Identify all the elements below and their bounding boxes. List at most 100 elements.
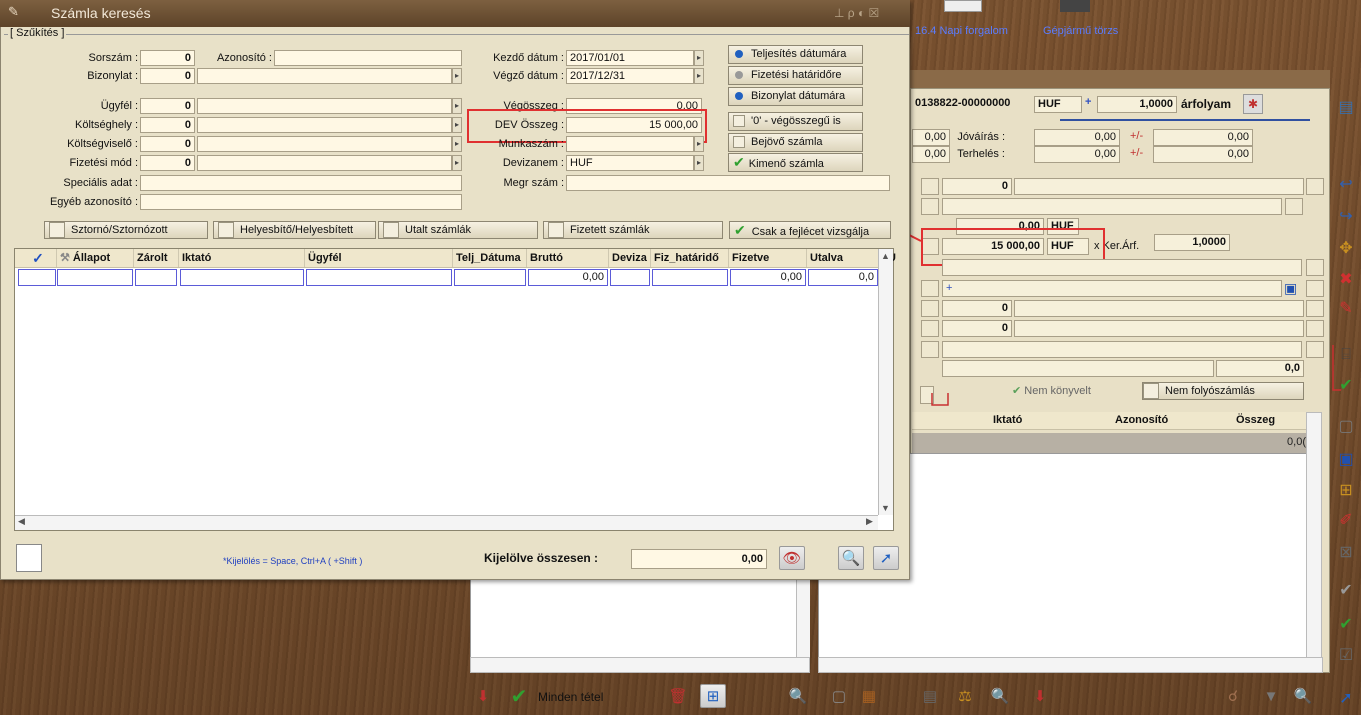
fizetett-szamlak-checkbox[interactable]: Fizetett számlák <box>543 221 723 239</box>
grid-cell[interactable] <box>306 269 452 286</box>
grid-hscroll[interactable] <box>15 515 878 530</box>
new-page-icon[interactable] <box>16 544 42 572</box>
ugyfel-name-field[interactable] <box>197 98 452 114</box>
munkaszam-arrow-icon[interactable]: ▸ <box>694 136 704 152</box>
col-ugyfel[interactable]: Ügyfél <box>305 249 453 267</box>
list-edit-icon[interactable]: ☑ <box>1333 643 1359 667</box>
koltsegviselo-arrow-icon[interactable]: ▸ <box>452 136 462 152</box>
helyesbito-checkbox[interactable]: Helyesbítő/Helyesbített <box>213 221 376 239</box>
munkaszam-field[interactable] <box>566 136 694 152</box>
zoom-doc-icon[interactable]: 🔍 <box>987 684 1013 708</box>
grid-cell-brutto[interactable]: 0,00 <box>528 269 608 286</box>
col-utalva[interactable]: Utalva <box>807 249 885 267</box>
fizmod-arrow-icon[interactable]: ▸ <box>452 155 462 171</box>
grid-cell-utalva[interactable]: 0,0 <box>808 269 878 286</box>
utalt-szamlak-checkbox[interactable]: Utalt számlák <box>378 221 538 239</box>
vegzo-datum-field[interactable]: 2017/12/31 <box>566 68 694 84</box>
koltsegviselo-field[interactable]: 0 <box>140 136 195 152</box>
col-deviza[interactable]: Deviza <box>609 249 651 267</box>
register-icon[interactable]: ▤ <box>917 684 943 708</box>
col-select-check-icon[interactable]: ✓ <box>17 249 57 267</box>
grid-cell-fizetve[interactable]: 0,00 <box>730 269 806 286</box>
specialis-field[interactable] <box>140 175 462 191</box>
ugyfel-field[interactable]: 0 <box>140 98 195 114</box>
edit-icon[interactable]: ✎ <box>1333 296 1359 320</box>
grid-cell[interactable] <box>610 269 650 286</box>
bizonylat-arrow-icon[interactable]: ▸ <box>452 68 462 84</box>
bejovo-szamla-checkbox[interactable]: Bejövő számla <box>728 133 863 152</box>
col-allapot[interactable]: ⚒ Állapot <box>57 249 134 267</box>
scale-icon[interactable]: ⚖ <box>952 684 978 708</box>
storno-checkbox[interactable]: Sztornó/Sztornózott <box>44 221 208 239</box>
koltseghely-arrow-icon[interactable]: ▸ <box>452 117 462 133</box>
fizetesi-hataridore-radio[interactable]: Fizetési határidőre <box>728 66 863 85</box>
window-controls[interactable]: ⊥ ρ ◐ ☒ <box>834 6 879 20</box>
koltseghely-field[interactable]: 0 <box>140 117 195 133</box>
devizanem-arrow-icon[interactable]: ▸ <box>694 155 704 171</box>
delete-icon[interactable]: ✖ <box>1333 267 1359 291</box>
approve-icon[interactable]: ✔ <box>1333 612 1359 636</box>
col-telj-datuma[interactable]: Telj_Dátuma <box>453 249 527 267</box>
kimeno-szamla-checkbox[interactable]: ✔ Kimenő számla <box>728 153 863 172</box>
exit-arrow-icon[interactable]: ➚ <box>1333 686 1359 710</box>
azonosito-field[interactable] <box>274 50 462 66</box>
grid-cell[interactable] <box>180 269 304 286</box>
bizonylat-field[interactable]: 0 <box>140 68 195 84</box>
fejlec-checkbox[interactable]: ✔ Csak a fejlécet vizsgálja <box>729 221 891 239</box>
box-icon[interactable]: ▦ <box>856 684 882 708</box>
kezdo-datum-field[interactable]: 2017/01/01 <box>566 50 694 66</box>
cancel-doc-icon[interactable]: ⊠ <box>1333 540 1359 564</box>
back-icon[interactable]: ↩ <box>1333 172 1359 196</box>
scroll-right-icon[interactable]: ▶ <box>866 516 873 527</box>
new-icon[interactable]: ▢ <box>826 684 852 708</box>
import-icon[interactable]: ⬇ <box>470 684 496 708</box>
col-zarolt[interactable]: Zárolt <box>134 249 179 267</box>
eye-icon[interactable]: 👁 <box>779 546 805 570</box>
save-icon[interactable]: ▣ <box>1333 447 1359 471</box>
sorszam-field[interactable]: 0 <box>140 50 195 66</box>
calculator-icon[interactable]: ⊞ <box>700 684 726 708</box>
col-fizetve[interactable]: Fizetve <box>729 249 807 267</box>
megr-szam-field[interactable] <box>566 175 890 191</box>
grid-cell[interactable] <box>454 269 526 286</box>
download-icon[interactable]: ⬇ <box>1027 684 1053 708</box>
scroll-down-icon[interactable]: ▼ <box>881 503 890 513</box>
exit-arrow-icon[interactable]: ➚ <box>873 546 899 570</box>
move-icon[interactable]: ✥ <box>1333 236 1359 260</box>
grid-cell[interactable] <box>18 269 56 286</box>
fizmod-field[interactable]: 0 <box>140 155 195 171</box>
bizonylat-name-field[interactable] <box>197 68 452 84</box>
scroll-left-icon[interactable]: ◀ <box>18 516 25 527</box>
kezdo-datum-arrow-icon[interactable]: ▸ <box>694 50 704 66</box>
filter-icon[interactable]: ▼ <box>1258 684 1284 708</box>
egyeb-field[interactable] <box>140 194 462 210</box>
check-icon[interactable]: ✔ <box>1333 373 1359 397</box>
devizanem-field[interactable]: HUF <box>566 155 694 171</box>
col-fiz-hatarido[interactable]: Fiz_határidő <box>651 249 729 267</box>
new-page-icon[interactable]: ▢ <box>1333 414 1359 438</box>
col-brutto[interactable]: Bruttó <box>527 249 609 267</box>
minden-tetel-label[interactable]: Minden tétel <box>538 690 603 704</box>
tree-icon[interactable]: ⊞ <box>1333 478 1359 502</box>
search-icon[interactable]: 🔍 <box>1290 684 1316 708</box>
scroll-up-icon[interactable]: ▲ <box>881 251 890 261</box>
ugyfel-arrow-icon[interactable]: ▸ <box>452 98 462 114</box>
trash-icon[interactable]: 🗑 <box>665 684 691 708</box>
grid-cell[interactable] <box>652 269 728 286</box>
grid-cell[interactable] <box>57 269 133 286</box>
check-disabled-icon[interactable]: ✔ <box>1333 578 1359 602</box>
select-all-check-icon[interactable]: ✔ <box>506 684 532 708</box>
grid-cell[interactable] <box>135 269 177 286</box>
zero-vegosszeg-checkbox[interactable]: '0' - végösszegű is <box>728 112 863 131</box>
bizonylat-datumara-radio[interactable]: Bizonylat dátumára <box>728 87 863 106</box>
koltseghely-name-field[interactable] <box>197 117 452 133</box>
cash-register-icon[interactable]: ⌸ <box>1333 343 1359 367</box>
handshake-icon[interactable]: ☌ <box>1220 684 1246 708</box>
fizmod-name-field[interactable] <box>197 155 452 171</box>
forward-icon[interactable]: ↪ <box>1333 204 1359 228</box>
document-icon[interactable]: ▤ <box>1333 95 1359 119</box>
search-icon[interactable]: 🔍 <box>838 546 864 570</box>
koltsegviselo-name-field[interactable] <box>197 136 452 152</box>
grid-vscroll[interactable] <box>878 249 893 515</box>
pencil-icon[interactable]: ✐ <box>1333 508 1359 532</box>
